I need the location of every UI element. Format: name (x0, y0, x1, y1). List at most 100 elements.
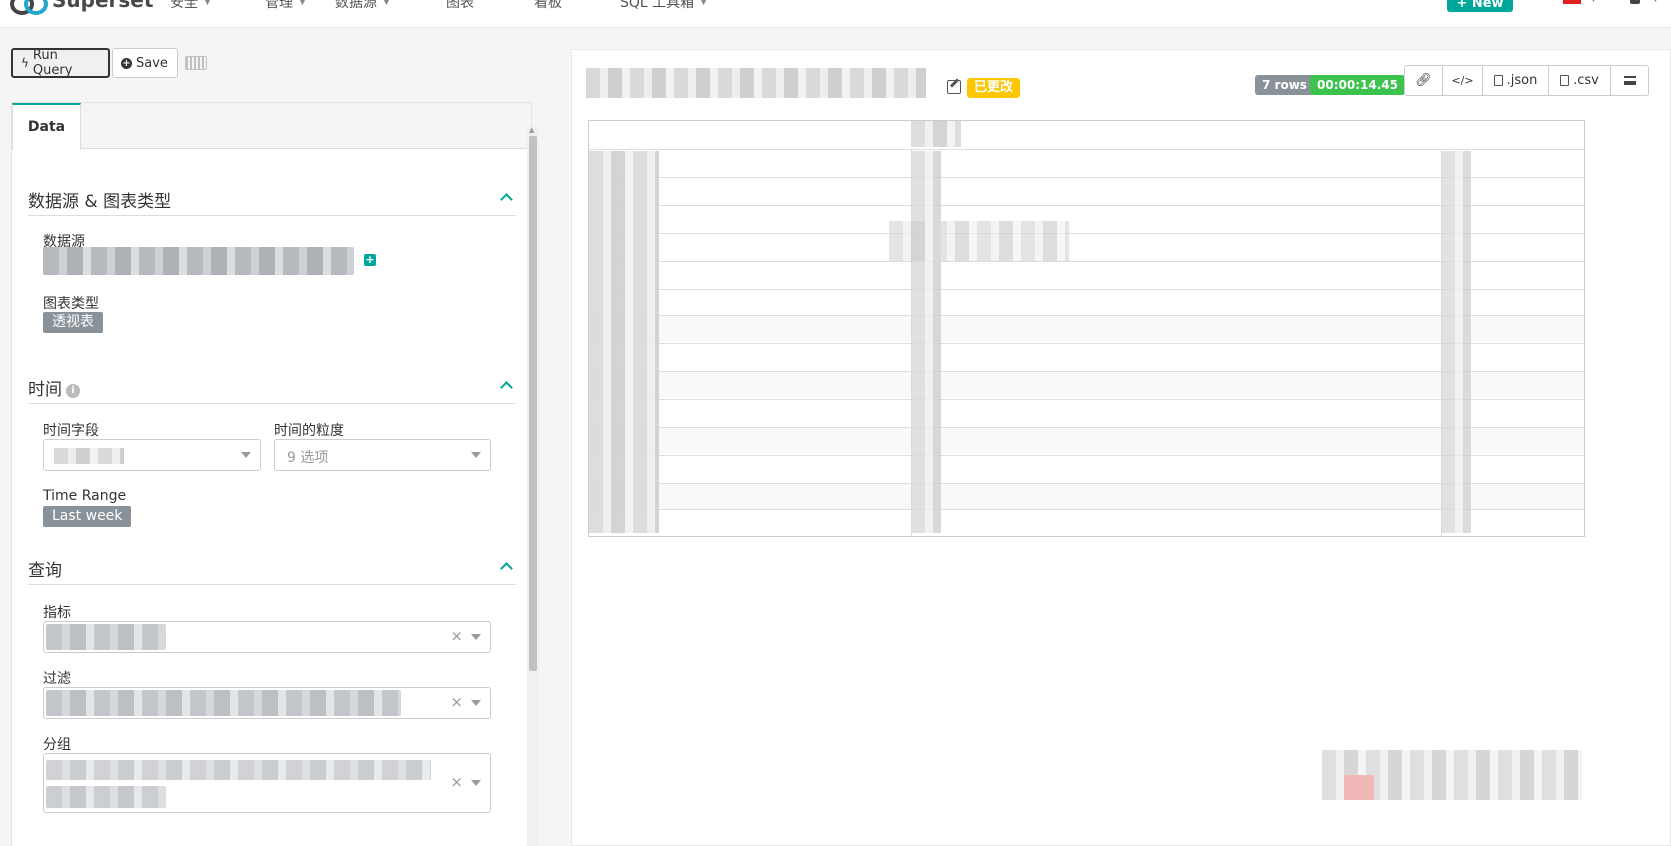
caret-down-icon: ▼ (204, 0, 211, 7)
row-divider (589, 205, 1584, 206)
section-title-time[interactable]: 时间 i (28, 375, 80, 400)
tab-data[interactable]: Data (12, 103, 81, 150)
filters-label: 过滤 (43, 671, 71, 687)
dropdown-arrow-icon (471, 634, 481, 640)
time-range-tag[interactable]: Last week (43, 506, 132, 527)
row-divider (589, 427, 1584, 428)
dropdown-arrow-icon (471, 452, 481, 458)
chevron-up-icon[interactable] (500, 379, 512, 391)
tab-bar: Data (12, 103, 531, 150)
json-label: .json (1506, 73, 1538, 88)
metric-tag-redacted[interactable] (46, 624, 166, 650)
more-options-button[interactable] (1611, 66, 1648, 95)
nav-item-security[interactable]: 安全 ▼ (170, 0, 211, 12)
filters-select[interactable]: × (43, 687, 491, 719)
row-divider (589, 371, 1584, 372)
save-button[interactable]: + Save (112, 48, 178, 78)
row-divider (589, 177, 1584, 178)
section-title-datasource[interactable]: 数据源 & 图表类型 (28, 187, 171, 212)
divider (28, 215, 516, 216)
export-json-button[interactable]: .json (1483, 66, 1549, 95)
nav-item-dashboards[interactable]: 看板 (534, 0, 562, 12)
bolt-icon: ϟ (21, 56, 29, 70)
nav-item-manage[interactable]: 管理 ▼ (265, 0, 306, 12)
clear-icon[interactable]: × (450, 627, 463, 645)
caret-down-icon[interactable]: ▼ (1590, 0, 1597, 4)
table-row (589, 427, 1584, 454)
link-icon: 🔗︎ (1415, 73, 1432, 88)
row-divider (589, 343, 1584, 344)
viz-type-label: 图表类型 (43, 296, 99, 312)
time-range-label: Time Range (43, 488, 127, 504)
nav-item-label: 管理 (265, 0, 293, 11)
code-icon: </> (1451, 74, 1474, 87)
row-divider (589, 233, 1584, 234)
edit-icon[interactable] (947, 80, 961, 94)
nav-item-sources[interactable]: 数据源 ▼ (335, 0, 390, 12)
datasource-value-redacted[interactable] (43, 247, 354, 275)
caret-down-icon[interactable]: ▼ (1652, 0, 1659, 4)
section-title-time-label: 时间 (28, 380, 62, 400)
nav-item-charts[interactable]: 图表 (446, 0, 474, 12)
column-values-redacted (911, 151, 941, 533)
csv-label: .csv (1573, 73, 1599, 88)
metrics-select[interactable]: × (43, 621, 491, 653)
export-csv-button[interactable]: .csv (1549, 66, 1611, 95)
scroll-up-icon[interactable]: ▲ (529, 126, 534, 134)
chart-container: 已更改 7 rows 00:00:14.45 🔗︎ </> .json .csv (571, 49, 1671, 846)
row-divider (589, 399, 1584, 400)
clear-icon[interactable]: × (450, 773, 463, 791)
embed-button[interactable]: </> (1443, 66, 1483, 95)
chart-title-redacted[interactable] (586, 68, 926, 98)
dropdown-arrow-icon (471, 780, 481, 786)
filter-tag-redacted[interactable] (46, 690, 401, 716)
caret-down-icon: ▼ (299, 0, 306, 7)
table-row (589, 371, 1584, 398)
chevron-up-icon[interactable] (500, 560, 512, 572)
clear-icon[interactable]: × (450, 693, 463, 711)
info-icon[interactable]: i (66, 384, 80, 398)
section-title-query[interactable]: 查询 (28, 556, 62, 581)
caret-down-icon: ▼ (383, 0, 390, 7)
new-button[interactable]: + New (1447, 0, 1513, 12)
row-divider (589, 483, 1584, 484)
groupby-tag-redacted[interactable] (46, 786, 166, 808)
time-column-value-redacted (54, 448, 124, 464)
time-grain-select[interactable]: 9 选项 (274, 439, 491, 471)
caret-down-icon: ▼ (700, 0, 708, 7)
plus-circle-icon: + (121, 57, 132, 69)
file-icon (1493, 75, 1503, 86)
keyboard-icon[interactable] (185, 56, 207, 70)
nav-item-sql-lab[interactable]: SQL 工具箱 ▼ (620, 0, 707, 12)
panel-scrollbar[interactable]: ▲ (527, 126, 539, 846)
nav-item-label: 看板 (534, 0, 562, 11)
column-values-redacted (1441, 151, 1471, 533)
row-count-badge: 7 rows (1255, 75, 1314, 95)
table-row (589, 315, 1584, 342)
run-query-button[interactable]: ϟ Run Query (11, 48, 110, 78)
dropdown-arrow-icon (471, 700, 481, 706)
time-column-select[interactable] (43, 439, 261, 471)
scrollbar-thumb[interactable] (529, 136, 537, 671)
groupby-tag-redacted[interactable] (46, 760, 431, 780)
viz-type-tag[interactable]: 透视表 (43, 312, 103, 333)
brand-logo[interactable]: Superset (10, 0, 154, 15)
row-divider (589, 315, 1584, 316)
brand-name: Superset (52, 0, 154, 12)
nav-item-label: 图表 (446, 0, 474, 11)
add-datasource-icon[interactable]: + (364, 254, 376, 266)
groupby-select[interactable]: × (43, 753, 491, 813)
notification-icon-redacted (1344, 775, 1374, 800)
run-query-label: Run Query (32, 48, 73, 78)
time-grain-placeholder: 9 选项 (287, 450, 329, 466)
hamburger-icon (1623, 76, 1636, 85)
divider (28, 403, 516, 404)
link-button[interactable]: 🔗︎ (1405, 66, 1443, 95)
modified-badge: 已更改 (967, 78, 1021, 98)
chevron-up-icon[interactable] (500, 191, 512, 203)
user-icon[interactable] (1630, 0, 1640, 4)
nav-item-label: SQL 工具箱 (620, 0, 695, 11)
file-icon (1560, 75, 1570, 86)
metrics-label: 指标 (43, 605, 71, 621)
language-flag-icon[interactable] (1563, 0, 1581, 4)
